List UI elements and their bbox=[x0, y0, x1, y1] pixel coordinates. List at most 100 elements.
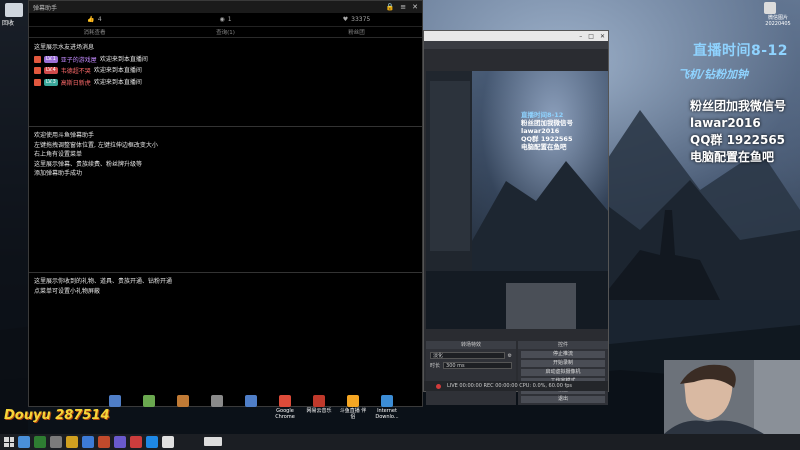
help-line: 这里展示弹幕、贵族续费、粉丝牌升级等 bbox=[34, 160, 143, 168]
overlay-info-line: QQ群 1922565 bbox=[690, 133, 786, 147]
stat-fishball: ◉ 1 bbox=[219, 16, 232, 23]
overlay-stream-time: 直播时间8-12 bbox=[693, 43, 789, 59]
entry-section: 这里展示水友进场消息 LV.1 亚子的游戏屋 欢迎来到本直播间 LV.4 韦德超不哭 欢迎… bbox=[29, 39, 422, 127]
desktop-left-strip: 回收 bbox=[0, 0, 28, 434]
user-level-badge: LV.4 bbox=[44, 67, 58, 75]
entry-message: LV.3 高斯日新虎 欢迎来到本直播间 bbox=[34, 78, 417, 88]
entry-text: 欢迎来到本直播间 bbox=[99, 55, 148, 63]
transition-panel: 转场特效 淡化 ⚙ 时长 300 ms bbox=[426, 341, 516, 405]
gift-line: 这里展示你收到的礼物、道具、贵族开通、钻粉开通 bbox=[34, 278, 173, 285]
entry-message: LV.1 亚子的游戏屋 欢迎来到本直播间 bbox=[34, 55, 417, 65]
desktop-shortcut[interactable] bbox=[134, 395, 164, 420]
obs-statusbar: LIVE 00:00:00 REC 00:00:00 CPU: 0.0%, 60… bbox=[424, 381, 608, 391]
taskbar-app-icon[interactable] bbox=[66, 436, 78, 448]
minimize-icon[interactable]: – bbox=[579, 33, 582, 40]
app-icon bbox=[143, 395, 155, 407]
maximize-icon[interactable]: □ bbox=[588, 33, 594, 40]
stat-heat: ♥ 33375 bbox=[342, 16, 371, 23]
desktop-icon-row: Google Chrome 网易云音乐 斗鱼直播 伴侣 Internet Downlo… bbox=[100, 395, 402, 420]
app-icon bbox=[347, 395, 359, 407]
user-level-badge: LV.1 bbox=[44, 55, 58, 63]
user-name[interactable]: 韦德超不哭 bbox=[61, 66, 91, 75]
douyu-watermark: Douyu 287514 bbox=[4, 408, 110, 423]
overlay-sub-text: 飞机/钻粉加钟 bbox=[678, 68, 749, 81]
app-icon bbox=[313, 395, 325, 407]
help-line: 添加弹幕助手成功 bbox=[34, 170, 83, 177]
overlay-info-line: lawar2016 bbox=[690, 116, 761, 130]
overlay-info-line: 粉丝团加我微信号 bbox=[690, 99, 787, 113]
app-icon bbox=[381, 395, 393, 407]
app-icon bbox=[177, 395, 189, 407]
input-method-icon[interactable] bbox=[204, 437, 222, 446]
user-name[interactable]: 亚子的游戏屋 bbox=[61, 55, 97, 64]
tab-fans[interactable]: 粉丝团 bbox=[291, 28, 422, 36]
stop-stream-button[interactable]: 停止推流 bbox=[521, 351, 605, 358]
desktop-shortcut[interactable] bbox=[168, 395, 198, 420]
image-file-icon[interactable] bbox=[764, 2, 776, 14]
obs-menubar bbox=[424, 41, 608, 49]
entry-text: 欢迎来到本直播间 bbox=[93, 67, 142, 74]
user-level-badge: LV.3 bbox=[44, 78, 58, 86]
controls-panel: 控件 停止推流 开始录制 启动虚拟摄像机 工作室模式 设置 退出 bbox=[518, 341, 608, 405]
heart-icon: ♥ bbox=[342, 16, 349, 23]
help-line: 右上角有设置菜单 bbox=[34, 151, 83, 158]
danmaku-helper-window: 弹幕助手 🔒 ≡ ✕ 👍 4 ◉ 1 ♥ 33375 消耗查看 查询(1) 粉丝… bbox=[28, 0, 423, 407]
desktop-shortcut[interactable] bbox=[202, 395, 232, 420]
close-icon[interactable]: ✕ bbox=[412, 3, 418, 11]
app-icon bbox=[109, 395, 121, 407]
exit-button[interactable]: 退出 bbox=[521, 396, 605, 403]
taskbar-app-icon[interactable] bbox=[34, 436, 46, 448]
taskbar-app-icon[interactable] bbox=[130, 436, 142, 448]
obs-status-text: LIVE 00:00:00 REC 00:00:00 CPU: 0.0%, 60… bbox=[447, 383, 572, 389]
taskbar-app-icon[interactable] bbox=[18, 436, 30, 448]
taskbar-app-icon[interactable] bbox=[98, 436, 110, 448]
taskbar-app-icon[interactable] bbox=[114, 436, 126, 448]
desktop-shortcut[interactable]: 斗鱼直播 伴侣 bbox=[338, 395, 368, 420]
gift-line: 点菜单可设置小礼物屏蔽 bbox=[34, 287, 101, 295]
shortcut-label: 网易云音乐 bbox=[306, 408, 332, 414]
desktop-shortcut[interactable]: Internet Downlo... bbox=[372, 395, 402, 420]
transition-select[interactable]: 淡化 bbox=[430, 352, 505, 359]
close-icon[interactable]: ✕ bbox=[600, 33, 605, 40]
obs-window: – □ ✕ 直播时间8-12 粉丝团加我微信号 lawar2016 QQ群 19… bbox=[423, 30, 609, 405]
taskbar-app-icon[interactable] bbox=[82, 436, 94, 448]
app-icon bbox=[245, 395, 257, 407]
duration-label: 时长 bbox=[430, 363, 441, 369]
overlay-info-line: 电脑配置在鱼吧 bbox=[690, 150, 775, 164]
desktop-shortcut[interactable] bbox=[236, 395, 266, 420]
taskbar-app-icon[interactable] bbox=[50, 436, 62, 448]
shortcut-label: Internet Downlo... bbox=[375, 408, 399, 420]
thumb-up-icon: 👍 bbox=[87, 16, 95, 23]
entry-intro: 这里展示水友进场消息 bbox=[34, 44, 95, 51]
obs-preview[interactable]: 直播时间8-12 粉丝团加我微信号 lawar2016 QQ群 1922565 … bbox=[426, 71, 608, 329]
entry-text: 欢迎来到本直播间 bbox=[93, 78, 142, 86]
user-name[interactable]: 高斯日新虎 bbox=[61, 78, 91, 87]
helper-tabs: 消耗查看 查询(1) 粉丝团 bbox=[29, 27, 422, 38]
start-recording-button[interactable]: 开始录制 bbox=[521, 360, 605, 367]
duration-input[interactable]: 300 ms bbox=[443, 362, 512, 369]
virtual-camera-button[interactable]: 启动虚拟摄像机 bbox=[521, 369, 605, 376]
preview-overlay-text: 直播时间8-12 粉丝团加我微信号 lawar2016 QQ群 1922565 … bbox=[521, 111, 573, 151]
windows-start-icon[interactable] bbox=[4, 437, 14, 447]
menu-icon[interactable]: ≡ bbox=[400, 3, 406, 11]
shortcut-label: Google Chrome bbox=[275, 408, 295, 420]
overlay-info: 粉丝团加我微信号 lawar2016 QQ群 1922565 电脑配置在鱼吧 bbox=[690, 98, 786, 166]
tab-query[interactable]: 查询(1) bbox=[160, 28, 291, 36]
gift-section: 这里展示你收到的礼物、道具、贵族开通、钻粉开通 点菜单可设置小礼物屏蔽 bbox=[29, 273, 422, 407]
taskbar-app-icon[interactable] bbox=[146, 436, 158, 448]
desktop-shortcut[interactable]: 网易云音乐 bbox=[304, 395, 334, 420]
noble-badge-icon bbox=[34, 67, 41, 75]
gear-icon[interactable]: ⚙ bbox=[508, 353, 512, 359]
taskbar-app-icon[interactable] bbox=[162, 436, 174, 448]
recycle-bin-icon[interactable] bbox=[5, 3, 23, 17]
desktop-shortcut[interactable]: Google Chrome bbox=[270, 395, 300, 420]
obs-titlebar[interactable]: – □ ✕ bbox=[424, 31, 608, 41]
tab-consume[interactable]: 消耗查看 bbox=[29, 28, 160, 36]
preview-webcam bbox=[506, 283, 576, 329]
helper-titlebar[interactable]: 弹幕助手 🔒 ≡ ✕ bbox=[29, 1, 422, 13]
lock-icon[interactable]: 🔒 bbox=[386, 3, 395, 11]
entry-message: LV.4 韦德超不哭 欢迎来到本直播间 bbox=[34, 66, 417, 76]
streamer-webcam bbox=[664, 360, 800, 434]
live-dot-icon bbox=[436, 383, 441, 389]
stat-likes: 👍 4 bbox=[87, 16, 102, 23]
